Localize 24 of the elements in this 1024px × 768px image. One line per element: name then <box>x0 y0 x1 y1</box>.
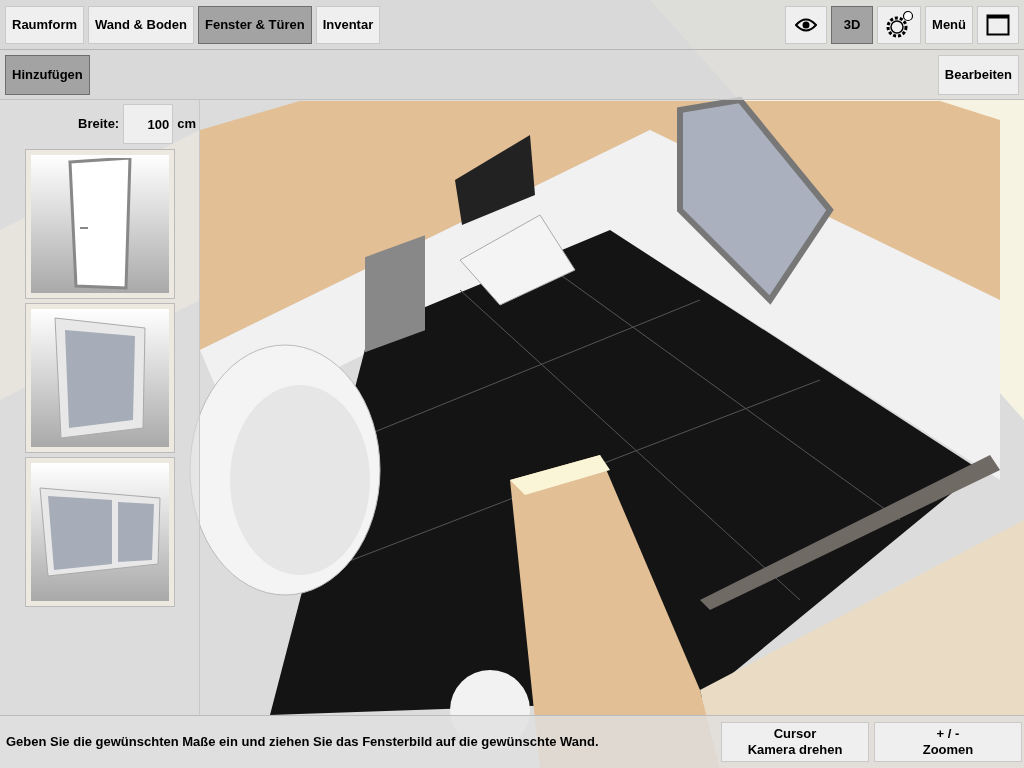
width-input[interactable]: 100 <box>123 104 174 144</box>
view-button[interactable]: 3D <box>831 5 874 44</box>
view-button[interactable]: Menü <box>925 5 973 44</box>
window-icon <box>37 486 162 578</box>
eye-button[interactable] <box>785 5 828 44</box>
control-button[interactable]: Cursor Kamera drehen <box>721 722 869 762</box>
gears-button[interactable] <box>877 5 922 44</box>
settings-icon <box>884 9 915 40</box>
window-icon <box>52 316 147 440</box>
width-label: Breite: <box>78 115 120 134</box>
window-icon <box>986 13 1010 36</box>
tab[interactable]: Raumform <box>5 5 84 44</box>
tab[interactable]: Inventar <box>315 5 381 44</box>
edit-button[interactable]: Bearbeiten <box>937 54 1019 95</box>
door-icon <box>67 158 132 290</box>
window-button[interactable] <box>977 5 1019 44</box>
catalog-item[interactable] <box>25 150 174 298</box>
tab[interactable]: Fenster & Türen <box>197 5 312 44</box>
add-button[interactable]: Hinzufügen <box>5 54 90 95</box>
eye-icon <box>795 17 818 32</box>
hint-text: Geben Sie die gewünschten Maße ein und ziehen Sie das Fensterbild auf die gewünschte Wand. <box>6 733 599 752</box>
tab[interactable]: Wand & Boden <box>88 5 194 44</box>
unit-label: cm <box>177 115 196 134</box>
control-button[interactable]: + / - Zoomen <box>874 722 1022 762</box>
